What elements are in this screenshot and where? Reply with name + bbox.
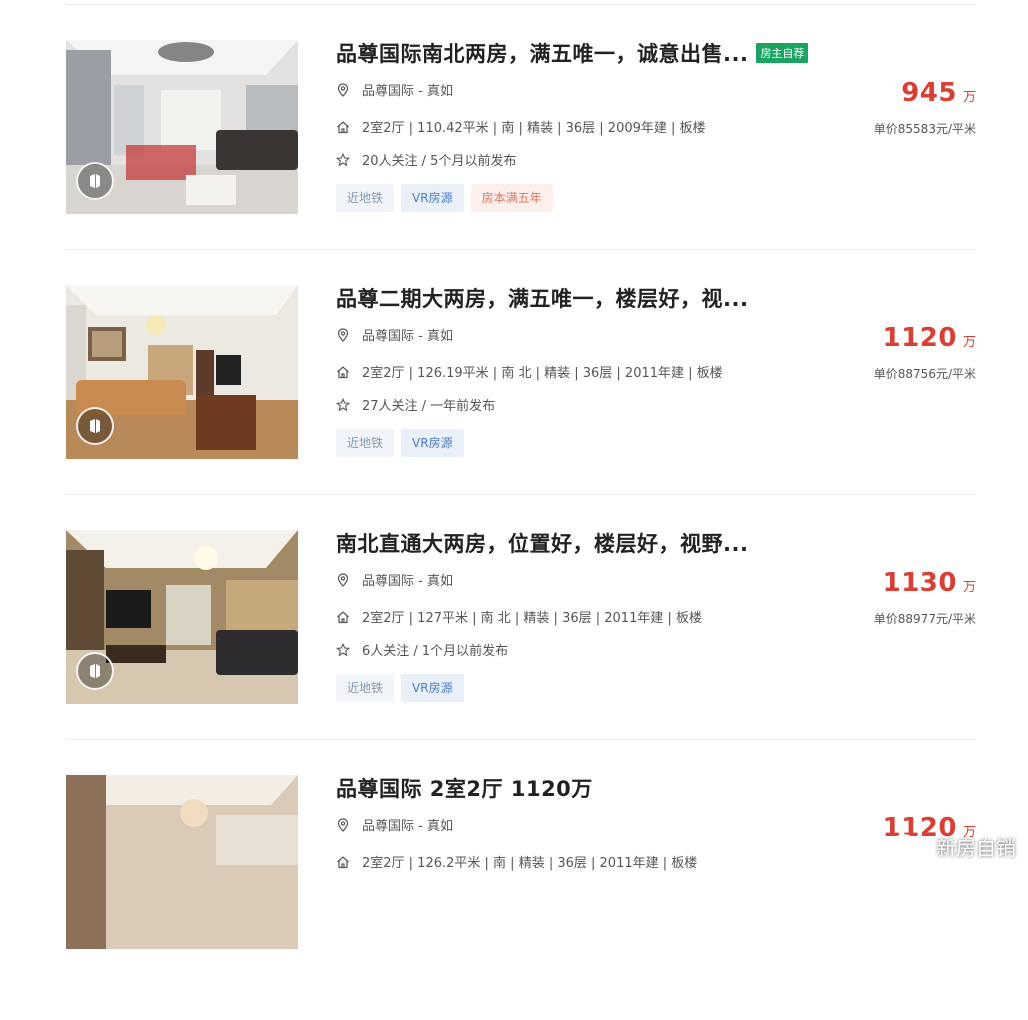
price-unit: 万 xyxy=(962,335,976,350)
location-pin-icon xyxy=(336,817,350,832)
vr-badge-icon xyxy=(76,162,114,200)
listing-follow-info: 6人关注 / 1个月以前发布 xyxy=(362,644,509,659)
unit-price: 单价88756元/平米 xyxy=(873,367,976,381)
house-icon xyxy=(336,120,350,134)
watermark: 新房自销 xyxy=(890,832,1016,861)
listing-card[interactable]: 品尊国际南北两房，满五唯一，诚意出售... 房主自荐 品尊国际 - 真如 2室2… xyxy=(66,40,976,285)
listing-card[interactable]: 品尊国际 2室2厅 1120万 品尊国际 - 真如 2室2厅 | 126.2平米… xyxy=(66,775,976,1020)
tag-near-subway: 近地铁 xyxy=(336,674,395,702)
tag-near-subway: 近地铁 xyxy=(336,429,395,457)
price-value: 1120 xyxy=(882,323,957,353)
listing-photo[interactable] xyxy=(66,40,298,214)
house-icon xyxy=(336,365,350,379)
total-price: 1130 万 xyxy=(883,568,976,598)
listing-location[interactable]: 品尊国际 - 真如 xyxy=(362,815,453,834)
listing-house-info: 2室2厅 | 126.19平米 | 南 北 | 精装 | 36层 | 2011年… xyxy=(362,366,723,381)
listing-card[interactable]: 品尊二期大两房，满五唯一，楼层好，视... 品尊国际 - 真如 2室2厅 | 1… xyxy=(66,285,976,530)
listing-title[interactable]: 品尊国际南北两房，满五唯一，诚意出售... xyxy=(336,38,748,68)
listing-divider xyxy=(66,739,976,740)
listing-location[interactable]: 品尊国际 - 真如 xyxy=(362,80,453,99)
listing-follow-info: 27人关注 / 一年前发布 xyxy=(362,399,496,414)
listing-title[interactable]: 南北直通大两房，位置好，楼层好，视野... xyxy=(336,528,748,558)
unit-price: 单价85583元/平米 xyxy=(873,122,976,136)
tag-near-subway: 近地铁 xyxy=(336,184,395,212)
price-value: 945 xyxy=(901,78,957,108)
listing-house-info: 2室2厅 | 126.2平米 | 南 | 精装 | 36层 | 2011年建 |… xyxy=(362,856,698,871)
listing-house-info: 2室2厅 | 127平米 | 南 北 | 精装 | 36层 | 2011年建 |… xyxy=(362,611,702,626)
listing-location[interactable]: 品尊国际 - 真如 xyxy=(362,570,453,589)
star-icon xyxy=(336,152,350,167)
listing-divider xyxy=(66,494,976,495)
star-icon xyxy=(336,397,350,412)
house-icon xyxy=(336,610,350,624)
tag-vr-listing: VR房源 xyxy=(401,674,464,702)
listing-divider xyxy=(66,249,976,250)
listing-card[interactable]: 南北直通大两房，位置好，楼层好，视野... 品尊国际 - 真如 2室2厅 | 1… xyxy=(66,530,976,775)
listing-photo[interactable] xyxy=(66,530,298,704)
wechat-icon xyxy=(890,833,930,860)
price-unit: 万 xyxy=(962,580,976,595)
vr-badge-icon xyxy=(76,407,114,445)
tag-five-years: 房本满五年 xyxy=(470,184,553,212)
total-price: 1120 万 xyxy=(883,323,976,353)
listing-house-info: 2室2厅 | 110.42平米 | 南 | 精装 | 36层 | 2009年建 … xyxy=(362,121,706,136)
top-divider xyxy=(66,4,976,5)
price-value: 1130 xyxy=(882,568,957,598)
location-pin-icon xyxy=(336,327,350,342)
listing-location[interactable]: 品尊国际 - 真如 xyxy=(362,325,453,344)
tag-vr-listing: VR房源 xyxy=(401,184,464,212)
listing-photo[interactable] xyxy=(66,285,298,459)
price-unit: 万 xyxy=(962,90,976,105)
owner-recommended-badge: 房主自荐 xyxy=(756,43,809,63)
tag-vr-listing: VR房源 xyxy=(401,429,464,457)
listing-title[interactable]: 品尊国际 2室2厅 1120万 xyxy=(336,773,593,803)
star-icon xyxy=(336,642,350,657)
total-price: 945 万 xyxy=(901,78,976,108)
unit-price: 单价88977元/平米 xyxy=(873,612,976,626)
listing-photo[interactable] xyxy=(66,775,298,949)
house-icon xyxy=(336,855,350,869)
vr-badge-icon xyxy=(76,652,114,690)
location-pin-icon xyxy=(336,572,350,587)
location-pin-icon xyxy=(336,82,350,97)
listing-follow-info: 20人关注 / 5个月以前发布 xyxy=(362,154,517,169)
watermark-text: 新房自销 xyxy=(936,836,1016,860)
listing-title[interactable]: 品尊二期大两房，满五唯一，楼层好，视... xyxy=(336,283,748,313)
